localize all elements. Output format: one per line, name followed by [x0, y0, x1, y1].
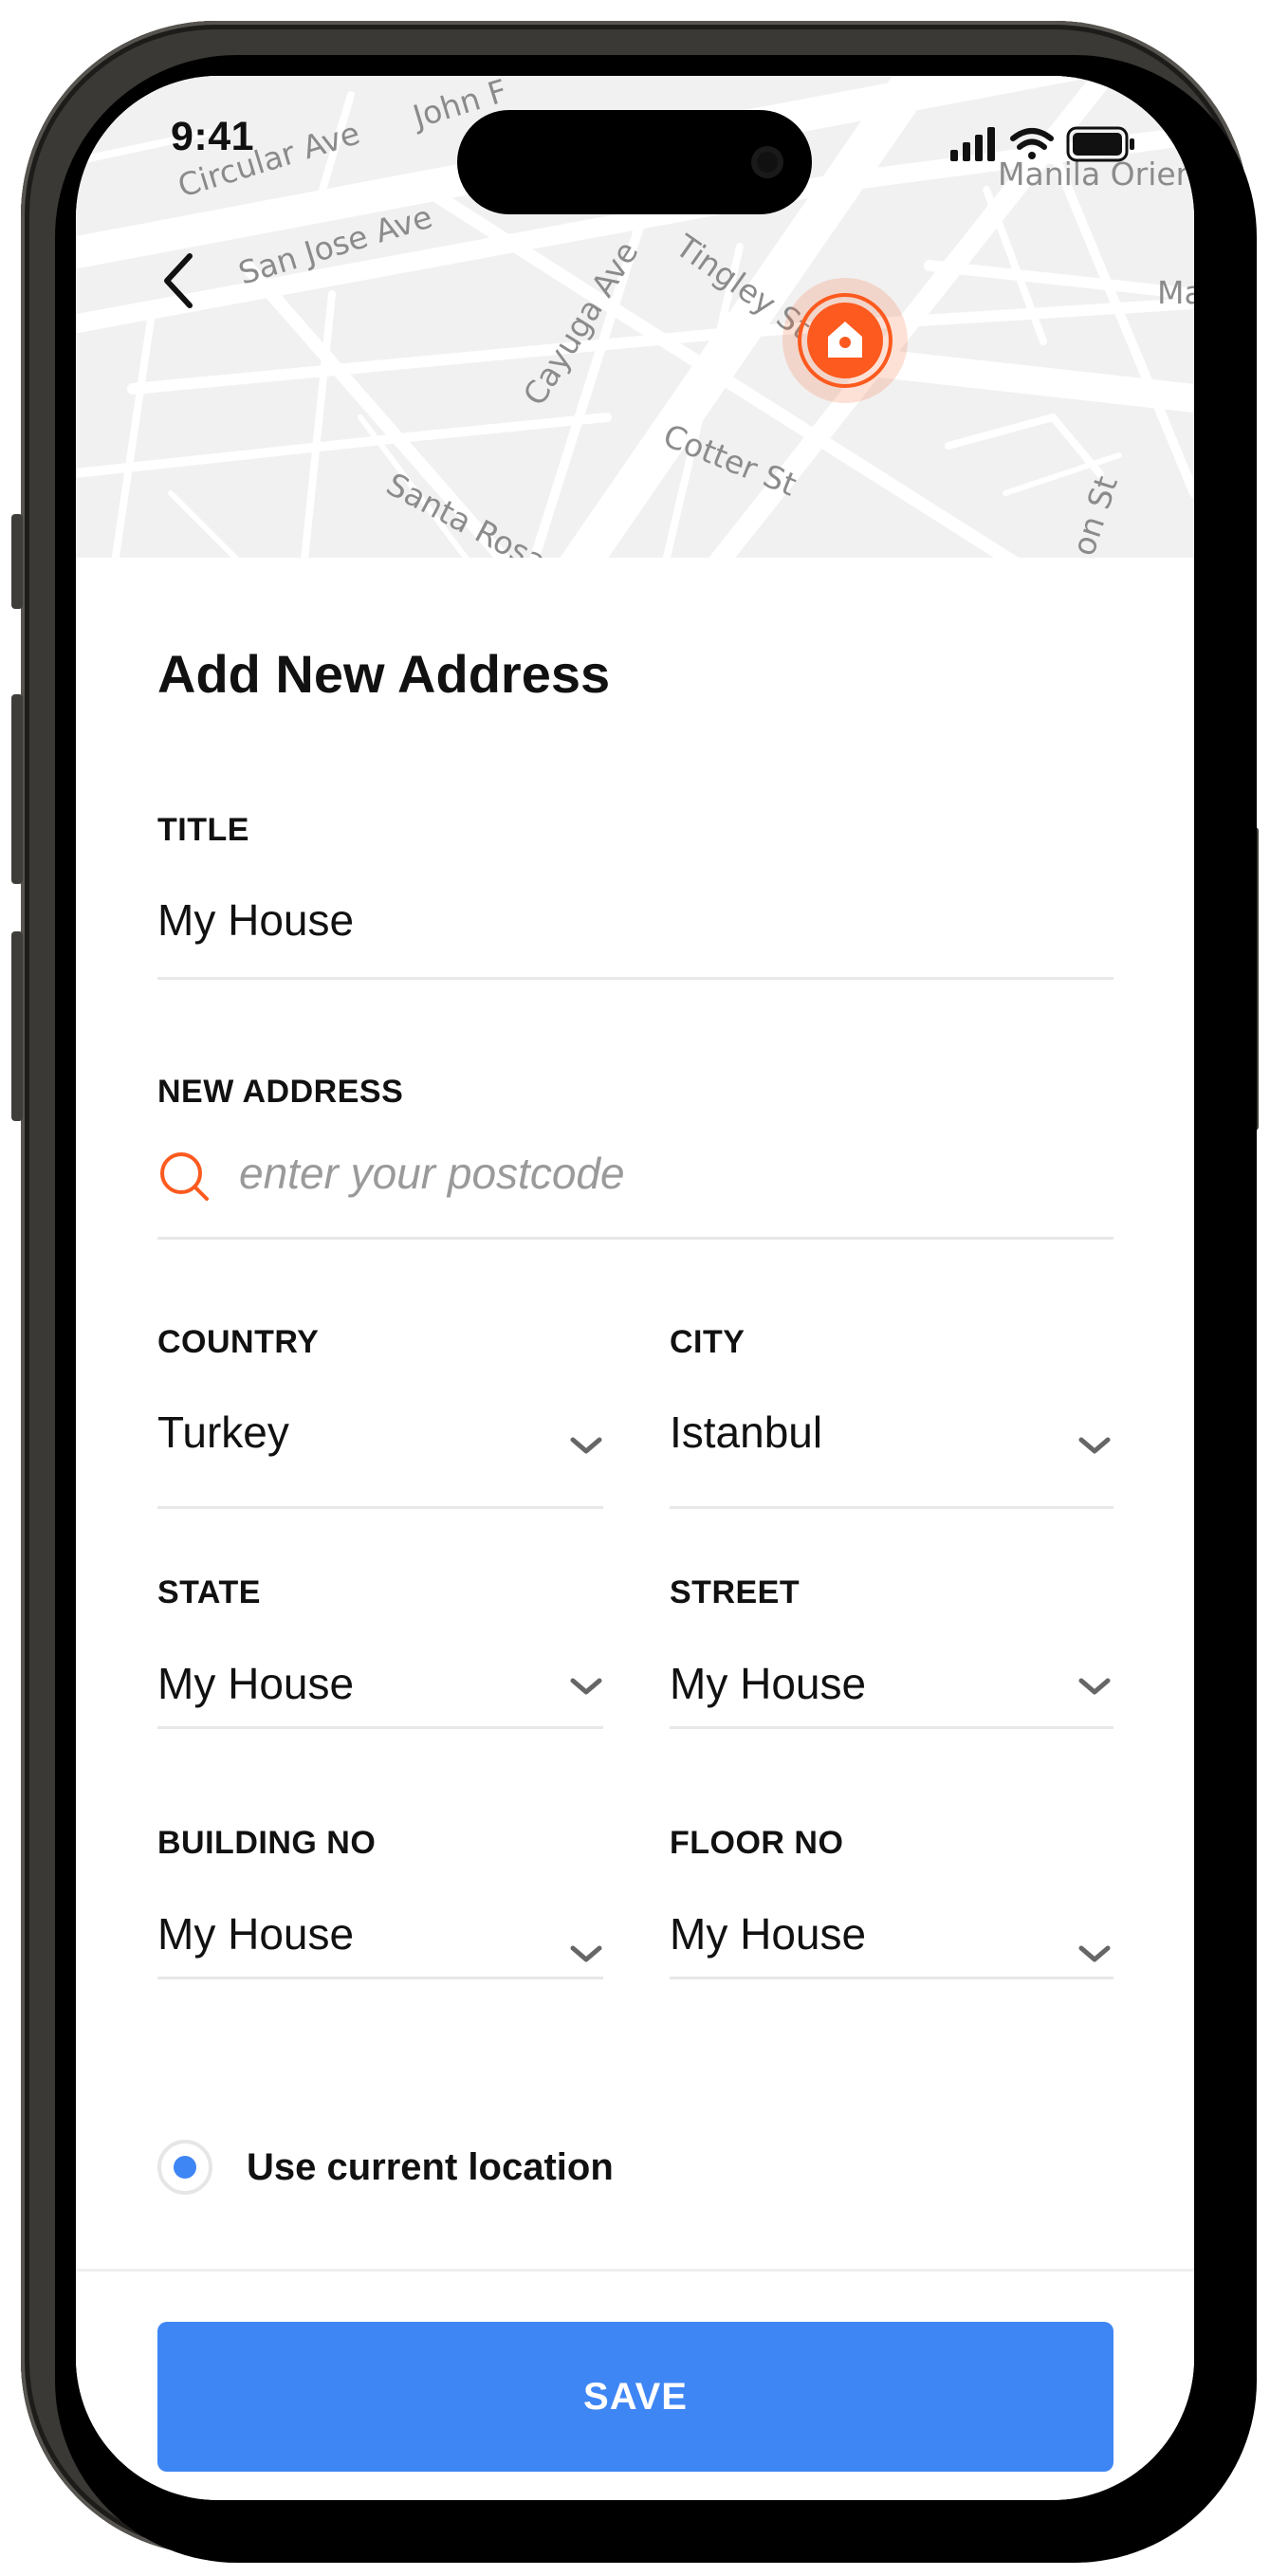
floor-no-underline: [670, 1977, 1114, 1979]
building-no-underline: [157, 1977, 603, 1979]
country-label: COUNTRY: [157, 1324, 320, 1360]
cellular-signal-icon: [950, 127, 995, 161]
app-screen: Circular Ave John F San Jose Ave Tingley…: [76, 76, 1194, 2500]
chevron-down-icon[interactable]: [567, 1675, 605, 1698]
mute-switch: [11, 514, 23, 609]
battery-icon: [1066, 126, 1134, 162]
state-label: STATE: [157, 1574, 261, 1610]
volume-down-button: [11, 931, 23, 1121]
building-no-label: BUILDING NO: [157, 1825, 377, 1861]
chevron-down-icon[interactable]: [567, 1942, 605, 1965]
chevron-down-icon[interactable]: [1076, 1942, 1114, 1965]
chevron-down-icon[interactable]: [567, 1434, 605, 1457]
title-label: TITLE: [157, 812, 249, 848]
title-input[interactable]: My House: [157, 894, 354, 946]
address-underline: [157, 1237, 1114, 1240]
postcode-input[interactable]: enter your postcode: [239, 1148, 625, 1199]
radio-selected-dot: [174, 2156, 196, 2179]
location-pin[interactable]: [782, 278, 908, 403]
country-underline: [157, 1506, 603, 1509]
back-button[interactable]: [148, 243, 205, 319]
new-address-label: NEW ADDRESS: [157, 1074, 404, 1110]
street-label-on-st: on St: [1065, 471, 1126, 558]
street-label-ma: Ma: [1157, 274, 1194, 311]
footer-divider: [76, 2269, 1194, 2272]
street-underline: [670, 1726, 1114, 1729]
state-underline: [157, 1726, 603, 1729]
title-underline: [157, 977, 1114, 980]
camera-icon: [751, 146, 783, 178]
city-underline: [670, 1506, 1114, 1509]
use-current-location-label[interactable]: Use current location: [247, 2146, 614, 2189]
floor-no-label: FLOOR NO: [670, 1825, 844, 1861]
chevron-down-icon[interactable]: [1076, 1675, 1114, 1698]
chevron-left-icon: [164, 253, 193, 308]
status-icons: [950, 125, 1140, 168]
street-select[interactable]: My House: [670, 1658, 866, 1709]
use-current-location-radio[interactable]: [157, 2140, 212, 2195]
country-select[interactable]: Turkey: [157, 1407, 289, 1458]
status-time: 9:41: [171, 114, 255, 159]
dynamic-island: [457, 110, 812, 214]
floor-no-select[interactable]: My House: [670, 1908, 866, 1960]
street-label-santa-rosa: Santa Rosa: [380, 466, 552, 558]
city-label: CITY: [670, 1324, 745, 1360]
search-icon: [157, 1150, 211, 1203]
street-label: STREET: [670, 1574, 801, 1610]
page-title: Add New Address: [157, 644, 611, 704]
volume-up-button: [11, 694, 23, 884]
wifi-icon: [1010, 128, 1054, 159]
save-button[interactable]: SAVE: [157, 2322, 1114, 2472]
address-form: Add New Address TITLE My House NEW ADDRE…: [76, 558, 1194, 2500]
state-select[interactable]: My House: [157, 1658, 354, 1709]
city-select[interactable]: Istanbul: [670, 1407, 822, 1458]
chevron-down-icon[interactable]: [1076, 1434, 1114, 1457]
building-no-select[interactable]: My House: [157, 1908, 354, 1960]
